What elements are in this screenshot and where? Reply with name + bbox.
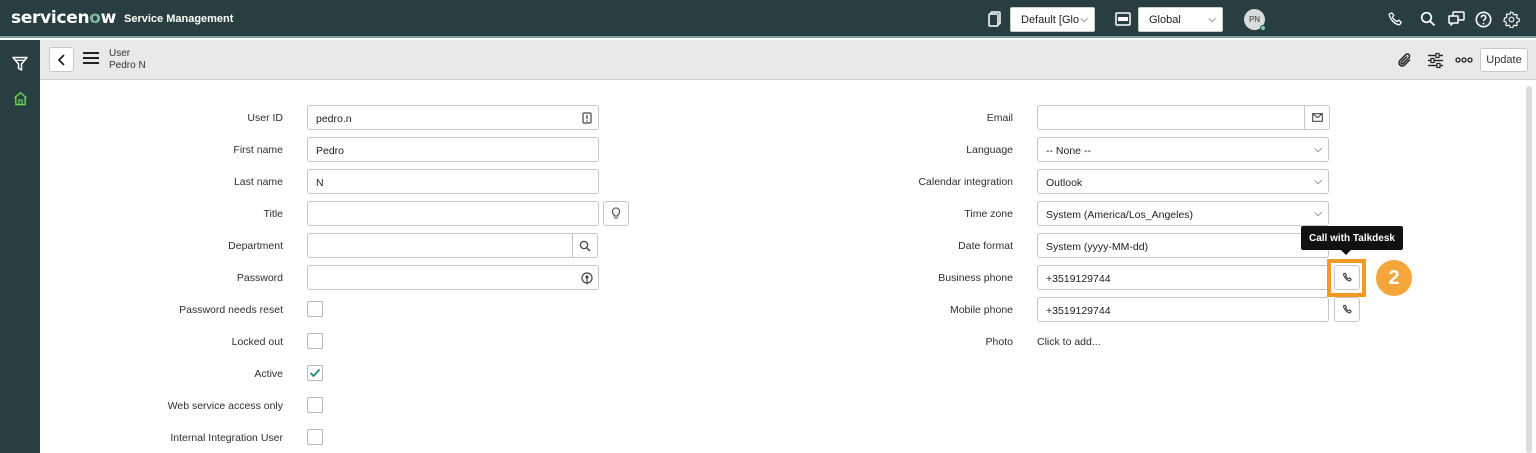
phone-icon: [1342, 304, 1352, 314]
department-label: Department: [228, 240, 283, 252]
help-icon[interactable]: [1473, 9, 1493, 29]
first-name-label: First name: [233, 144, 283, 156]
application-scope-select[interactable]: Global ⌵: [1138, 7, 1223, 32]
search-icon[interactable]: [1418, 9, 1438, 29]
department-lookup-button[interactable]: [572, 233, 598, 258]
send-email-button[interactable]: [1304, 105, 1330, 130]
password-visibility-icon[interactable]: [580, 271, 594, 285]
filter-navigator-icon[interactable]: [10, 54, 30, 74]
personalize-form-icon[interactable]: [1425, 50, 1445, 70]
avatar[interactable]: PN: [1244, 9, 1266, 31]
time-zone-select[interactable]: System (America/Los_Angeles) ⌵: [1037, 201, 1329, 226]
mobile-phone-field[interactable]: +3519129744: [1037, 297, 1329, 322]
update-set-icon[interactable]: [985, 9, 1005, 29]
gear-icon[interactable]: [1501, 9, 1521, 29]
language-select[interactable]: -- None -- ⌵: [1037, 137, 1329, 162]
date-format-select[interactable]: System (yyyy-MM-dd): [1037, 233, 1329, 258]
business-phone-field[interactable]: +3519129744: [1037, 265, 1329, 290]
title-suggestion-button[interactable]: [603, 201, 629, 226]
date-format-label: Date format: [958, 240, 1013, 252]
step-badge: 2: [1376, 260, 1412, 296]
update-button[interactable]: Update: [1480, 48, 1528, 72]
calendar-integration-label: Calendar integration: [918, 176, 1013, 188]
password-label: Password: [236, 272, 283, 284]
record-name: Pedro N: [109, 60, 146, 71]
active-label: Active: [254, 368, 283, 380]
servicenow-logo[interactable]: servicenow: [11, 8, 116, 28]
mobile-phone-call-button[interactable]: [1334, 297, 1360, 322]
more-options-icon[interactable]: [1454, 50, 1474, 70]
left-navigation: [0, 40, 40, 453]
home-icon[interactable]: [10, 88, 30, 108]
update-set-select[interactable]: Default [Glo ⌵: [1010, 7, 1095, 32]
phone-icon[interactable]: [1385, 9, 1405, 29]
attachment-icon[interactable]: [1395, 50, 1415, 70]
envelope-icon: [1311, 113, 1323, 122]
required-info-icon: [580, 111, 594, 125]
locked-out-label: Locked out: [231, 336, 283, 348]
title-label: Title: [263, 208, 283, 220]
web-service-access-only-checkbox[interactable]: [307, 397, 323, 413]
search-icon: [579, 240, 591, 251]
chevron-down-icon: ⌵: [1314, 208, 1322, 219]
calendar-integration-select[interactable]: Outlook ⌵: [1037, 169, 1329, 194]
web-service-access-only-label: Web service access only: [167, 400, 283, 412]
connect-chat-icon[interactable]: [1446, 9, 1466, 29]
chevron-down-icon: ⌵: [1208, 14, 1216, 25]
user-id-field[interactable]: pedro.n: [307, 105, 599, 130]
form-header: User Pedro N Update: [40, 40, 1536, 80]
hamburger-icon: [83, 52, 99, 64]
password-field[interactable]: [307, 265, 599, 290]
internal-integration-user-label: Internal Integration User: [170, 432, 283, 444]
last-name-label: Last name: [233, 176, 283, 188]
email-label: Email: [986, 112, 1013, 124]
application-scope-icon[interactable]: [1113, 9, 1133, 29]
top-header: servicenow Service Management Default [G…: [0, 0, 1536, 38]
chevron-down-icon: ⌵: [1314, 144, 1322, 155]
time-zone-label: Time zone: [964, 208, 1013, 220]
password-needs-reset-label: Password needs reset: [179, 304, 283, 316]
first-name-field[interactable]: Pedro: [307, 137, 599, 162]
highlight-box: [1327, 259, 1366, 297]
chevron-left-icon: [57, 53, 65, 66]
photo-label: Photo: [985, 336, 1013, 348]
lightbulb-icon: [611, 207, 621, 219]
mobile-phone-label: Mobile phone: [949, 304, 1013, 316]
department-field[interactable]: [307, 233, 573, 258]
user-id-label: User ID: [247, 112, 283, 124]
scrollbar[interactable]: [1526, 86, 1532, 453]
form-context-menu-button[interactable]: [82, 50, 102, 70]
checkmark-icon: [309, 368, 321, 378]
record-type: User: [109, 48, 131, 59]
chevron-down-icon: ⌵: [1314, 176, 1322, 187]
presence-indicator: [1260, 25, 1266, 31]
locked-out-checkbox[interactable]: [307, 333, 323, 349]
title-field[interactable]: [307, 201, 599, 226]
email-field[interactable]: [1037, 105, 1305, 130]
product-name: Service Management: [124, 13, 234, 25]
chevron-down-icon: ⌵: [1080, 14, 1088, 25]
password-needs-reset-checkbox[interactable]: [307, 301, 323, 317]
active-checkbox[interactable]: [307, 365, 323, 381]
call-tooltip: Call with Talkdesk: [1301, 226, 1403, 255]
back-button[interactable]: [49, 47, 74, 72]
internal-integration-user-checkbox[interactable]: [307, 429, 323, 445]
business-phone-label: Business phone: [938, 272, 1013, 284]
last-name-field[interactable]: N: [307, 169, 599, 194]
photo-add-link[interactable]: Click to add...: [1037, 336, 1101, 348]
language-label: Language: [966, 144, 1013, 156]
